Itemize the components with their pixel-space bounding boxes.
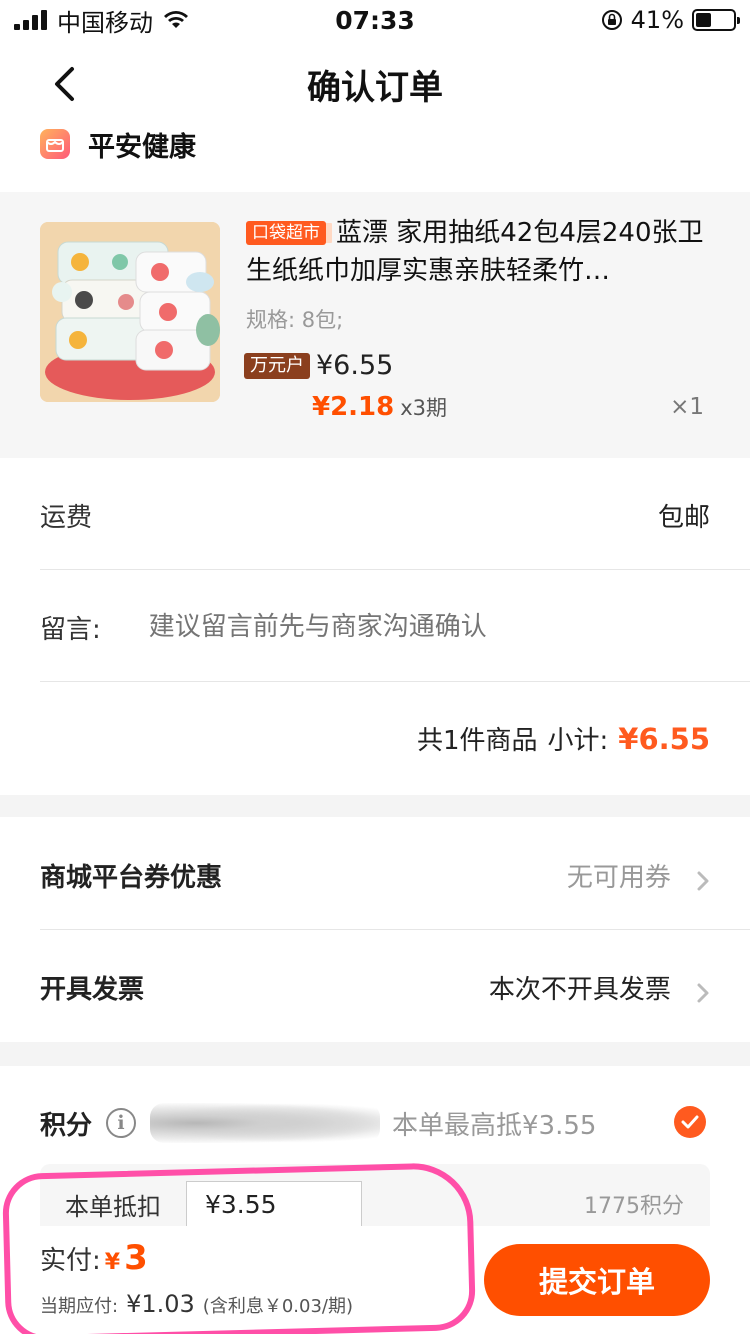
shipping-row: 运费 包邮 [40, 490, 710, 540]
period-row: 当期应付: ¥1.03 (含利息￥0.03/期) [40, 1290, 353, 1318]
product-quantity: ×1 [670, 394, 704, 420]
points-max: 本单最高抵¥3.55 [392, 1110, 597, 1141]
checkmark-icon [681, 1115, 699, 1129]
submit-order-button[interactable]: 提交订单 [484, 1244, 710, 1316]
price-row: 万元户 ¥6.55 [244, 350, 393, 381]
points-label: 积分 [40, 1110, 93, 1141]
rotation-lock-icon [601, 10, 622, 30]
product-title[interactable]: 口袋超市 蓝漂 家用抽纸42包4层240张卫生纸纸巾加厚实惠亲肤轻柔竹… [246, 214, 706, 290]
installment-price: ¥2.18 [312, 392, 395, 422]
shipping-value: 包邮 [657, 502, 710, 533]
page-title: 确认订单 [307, 67, 443, 108]
signal-icon [14, 10, 47, 30]
product-tag: 口袋超市 [246, 221, 326, 245]
pay-currency: ¥ [104, 1250, 121, 1275]
pay-amount: 3 [124, 1238, 148, 1278]
pay-label: 实付: [40, 1246, 101, 1276]
coupon-value-wrap: 无可用券 [567, 857, 710, 894]
chevron-left-icon [55, 67, 74, 101]
invoice-row[interactable]: 开具发票 本次不开具发票 [40, 962, 710, 1012]
divider [40, 681, 750, 682]
message-input[interactable] [148, 612, 609, 642]
section-gap [0, 1042, 750, 1066]
section-gap [0, 795, 750, 817]
subtotal-row: 共1件商品 小计: ¥6.55 [417, 720, 710, 757]
wifi-icon [164, 11, 188, 28]
product-card[interactable]: 口袋超市 蓝漂 家用抽纸42包4层240张卫生纸纸巾加厚实惠亲肤轻柔竹… 规格: … [0, 192, 750, 458]
info-icon[interactable]: i [106, 1108, 137, 1138]
bottom-bar: 实付: ¥ 3 当期应付: ¥1.03 (含利息￥0.03/期) 提交订单 [0, 1226, 750, 1334]
pay-row: 实付: ¥ 3 [40, 1238, 148, 1278]
chevron-right-icon [697, 871, 709, 891]
points-check-toggle[interactable] [674, 1106, 706, 1138]
invoice-value-wrap: 本次不开具发票 [489, 969, 710, 1006]
deduct-label: 本单抵扣 [65, 1192, 161, 1221]
invoice-label: 开具发票 [40, 974, 145, 1005]
chevron-right-icon [697, 983, 709, 1003]
divider [40, 569, 750, 570]
message-row: 留言: [40, 602, 710, 652]
carrier-label: 中国移动 [57, 8, 153, 37]
points-row: 积分 i 本单最高抵¥3.55 [40, 1100, 710, 1146]
points-used: 1775积分 [584, 1194, 684, 1219]
store-name: 平安健康 [88, 131, 196, 163]
divider [40, 929, 750, 930]
message-label: 留言: [40, 614, 101, 645]
product-price: ¥6.55 [316, 350, 394, 381]
store-logo-icon [40, 129, 70, 159]
status-right: 41% [601, 6, 740, 34]
status-bar: 中国移动 07:33 41% [0, 0, 750, 40]
battery-percent: 41% [630, 6, 684, 34]
battery-icon [692, 9, 740, 31]
period-note: (含利息￥0.03/期) [202, 1296, 353, 1317]
subtotal-label: 小计: [547, 726, 609, 756]
product-image[interactable] [40, 222, 220, 402]
battery-fill [696, 13, 711, 27]
back-button[interactable] [44, 64, 84, 104]
nav-bar: 确认订单 [0, 48, 750, 120]
product-spec: 规格: 8包; [246, 308, 344, 332]
coupon-label: 商城平台券优惠 [40, 862, 223, 893]
shipping-label: 运费 [40, 502, 93, 533]
store-header[interactable]: 平安健康 [40, 124, 196, 164]
installment-periods: x3期 [400, 396, 448, 420]
status-left: 中国移动 [14, 3, 189, 38]
price-tag: 万元户 [244, 352, 310, 379]
subtotal-count: 共1件商品 [416, 726, 538, 756]
coupon-value: 无可用券 [566, 862, 671, 893]
period-label: 当期应付: [40, 1296, 119, 1317]
deduct-amount-field[interactable]: ¥3.55 [186, 1181, 362, 1227]
coupon-row[interactable]: 商城平台券优惠 无可用券 [40, 850, 710, 900]
installment-row: ¥2.18 x3期 [312, 392, 447, 422]
redacted-area [150, 1103, 381, 1143]
subtotal-amount: ¥6.55 [618, 722, 710, 756]
period-amount: ¥1.03 [126, 1290, 195, 1318]
invoice-value: 本次不开具发票 [488, 974, 671, 1005]
